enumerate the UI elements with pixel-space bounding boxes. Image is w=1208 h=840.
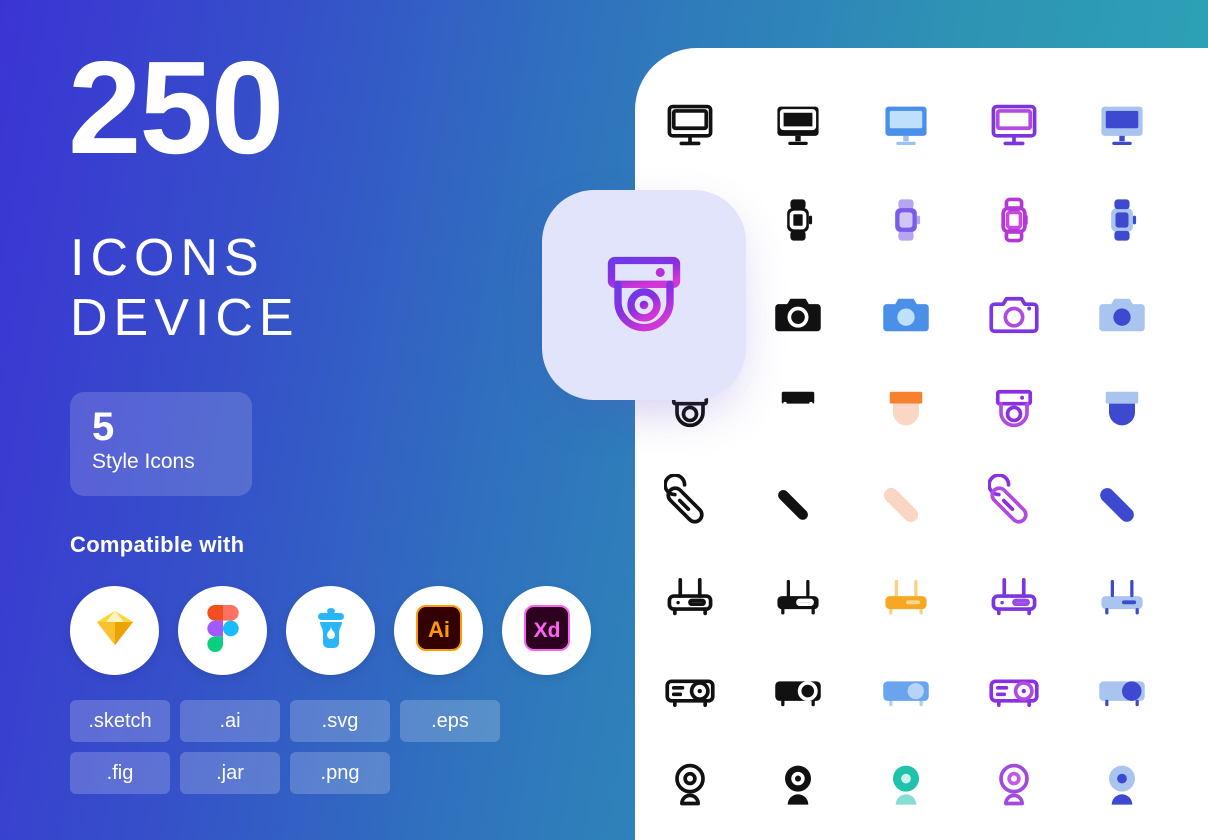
- router-flat-icon[interactable]: [878, 567, 934, 623]
- webcam-duotone-outline-icon[interactable]: [986, 756, 1042, 812]
- cctv-duotone-fill-icon[interactable]: [1094, 380, 1150, 436]
- webcam-duotone-fill-icon[interactable]: [1094, 756, 1150, 812]
- webcam-flat-icon[interactable]: [878, 756, 934, 812]
- icon-count: 250: [68, 34, 284, 181]
- camera-duotone-outline-icon[interactable]: [986, 287, 1042, 343]
- mouse-solid-icon[interactable]: [770, 472, 826, 528]
- figma-icon: [206, 604, 239, 657]
- monitor-outline-icon[interactable]: [662, 97, 718, 153]
- style-count-label: Style Icons: [92, 450, 195, 473]
- file-formats-row-1: .sketch .ai .svg .eps: [70, 700, 540, 742]
- jar-icon: [310, 606, 352, 655]
- projector-outline-icon[interactable]: [662, 662, 718, 718]
- style-count-number: 5: [92, 405, 115, 449]
- monitor-duotone-fill-icon[interactable]: [1094, 97, 1150, 153]
- app-circle-jar[interactable]: [286, 586, 375, 675]
- cctv-flat-icon[interactable]: [878, 380, 934, 436]
- smartwatch-solid-icon[interactable]: [770, 192, 826, 248]
- format-tag-fig[interactable]: .fig: [70, 752, 170, 794]
- page-title: ICONS DEVICE: [70, 228, 300, 349]
- projector-duotone-outline-icon[interactable]: [986, 662, 1042, 718]
- smartwatch-flat-icon[interactable]: [878, 192, 934, 248]
- smartwatch-duotone-outline-icon[interactable]: [986, 192, 1042, 248]
- projector-solid-icon[interactable]: [770, 662, 826, 718]
- left-info-panel: 250 ICONS DEVICE 5 Style Icons Compatibl…: [0, 0, 640, 840]
- title-line-icons: ICONS: [70, 229, 265, 287]
- monitor-duotone-outline-icon[interactable]: [986, 97, 1042, 153]
- adobe-illustrator-icon: Ai: [415, 605, 462, 656]
- webcam-solid-icon[interactable]: [770, 756, 826, 812]
- smartwatch-duotone-fill-icon[interactable]: [1094, 192, 1150, 248]
- sketch-icon: [93, 608, 137, 653]
- featured-icon-card[interactable]: [542, 190, 746, 400]
- app-circle-xd[interactable]: Xd: [502, 586, 591, 675]
- format-tag-ai[interactable]: .ai: [180, 700, 280, 742]
- monitor-flat-icon[interactable]: [878, 97, 934, 153]
- mouse-duotone-outline-icon[interactable]: [986, 472, 1042, 528]
- router-duotone-fill-icon[interactable]: [1094, 567, 1150, 623]
- adobe-xd-icon: Xd: [523, 605, 570, 656]
- cctv-dome-camera-icon: [592, 241, 696, 350]
- format-tag-svg[interactable]: .svg: [290, 700, 390, 742]
- cctv-solid-icon[interactable]: [770, 380, 826, 436]
- file-formats-row-2: .fig .jar .png: [70, 752, 540, 794]
- format-tag-jar[interactable]: .jar: [180, 752, 280, 794]
- projector-flat-icon[interactable]: [878, 662, 934, 718]
- webcam-outline-icon[interactable]: [662, 756, 718, 812]
- style-count-badge: 5 Style Icons: [70, 392, 252, 496]
- file-formats: .sketch .ai .svg .eps .fig .jar .png: [70, 700, 540, 804]
- camera-flat-icon[interactable]: [878, 287, 934, 343]
- camera-duotone-fill-icon[interactable]: [1094, 287, 1150, 343]
- illustrator-label: Ai: [428, 617, 450, 642]
- monitor-solid-icon[interactable]: [770, 97, 826, 153]
- app-circle-sketch[interactable]: [70, 586, 159, 675]
- app-circle-illustrator[interactable]: Ai: [394, 586, 483, 675]
- compatible-heading: Compatible with: [70, 532, 245, 557]
- camera-solid-icon[interactable]: [770, 287, 826, 343]
- poster-stage: 250 ICONS DEVICE 5 Style Icons Compatibl…: [0, 0, 1208, 840]
- icon-showcase-panel: [635, 48, 1208, 840]
- format-tag-sketch[interactable]: .sketch: [70, 700, 170, 742]
- mouse-outline-icon[interactable]: [662, 472, 718, 528]
- router-solid-icon[interactable]: [770, 567, 826, 623]
- compatible-apps-row: Ai Xd: [70, 586, 591, 675]
- xd-label: Xd: [533, 619, 560, 642]
- title-line-device: DEVICE: [70, 289, 300, 348]
- projector-duotone-fill-icon[interactable]: [1094, 662, 1150, 718]
- mouse-duotone-fill-icon[interactable]: [1094, 472, 1150, 528]
- router-outline-icon[interactable]: [662, 567, 718, 623]
- format-tag-eps[interactable]: .eps: [400, 700, 500, 742]
- router-duotone-outline-icon[interactable]: [986, 567, 1042, 623]
- format-tag-png[interactable]: .png: [290, 752, 390, 794]
- icon-grid: [635, 48, 1208, 840]
- app-circle-figma[interactable]: [178, 586, 267, 675]
- cctv-duotone-outline-icon[interactable]: [986, 380, 1042, 436]
- mouse-flat-icon[interactable]: [878, 472, 934, 528]
